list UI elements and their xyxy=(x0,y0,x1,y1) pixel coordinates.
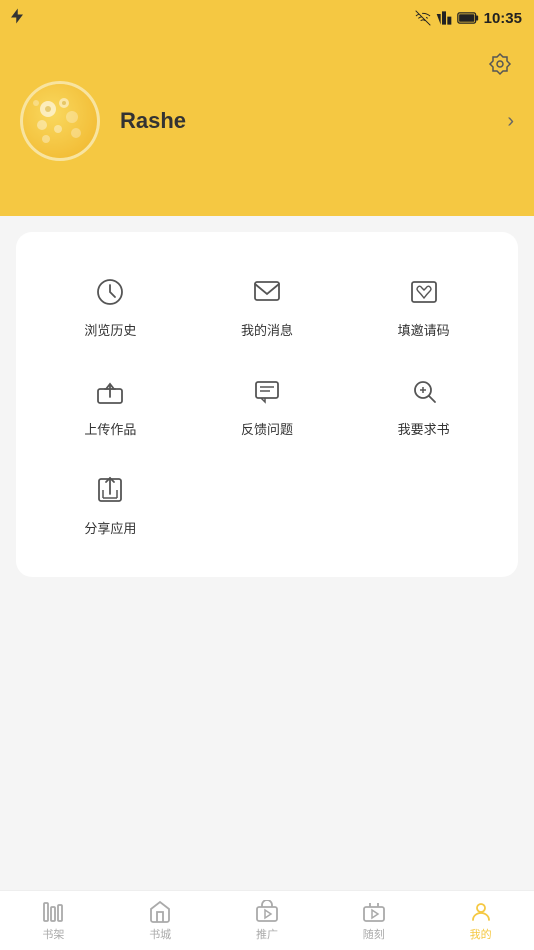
profile-chevron-icon[interactable]: › xyxy=(507,110,514,133)
upload-works-label: 上传作品 xyxy=(84,419,136,438)
nav-item-promotion[interactable]: 推广 xyxy=(214,896,321,946)
signal-icon xyxy=(436,10,452,26)
lightning-icon xyxy=(8,7,26,30)
nav-item-mine[interactable]: 我的 xyxy=(427,896,534,946)
menu-card: 浏览历史 我的消息 填邀请码 上传作品 xyxy=(16,232,518,577)
upload-box-icon xyxy=(90,371,130,411)
message-icon xyxy=(247,272,287,312)
fill-invite-code-label: 填邀请码 xyxy=(398,320,450,339)
profile-header: Rashe › xyxy=(0,36,534,216)
my-messages-label: 我的消息 xyxy=(241,320,293,339)
wifi-icon xyxy=(415,10,431,26)
username: Rashe xyxy=(120,108,507,134)
mine-icon xyxy=(469,900,493,924)
moment-icon xyxy=(362,900,386,924)
menu-item-fill-invite-code[interactable]: 填邀请码 xyxy=(345,256,502,355)
nav-label-bookshelf: 书架 xyxy=(42,926,64,942)
nav-label-bookstore: 书城 xyxy=(149,926,171,942)
menu-item-share-app[interactable]: 分享应用 xyxy=(32,454,189,553)
menu-item-browse-history[interactable]: 浏览历史 xyxy=(32,256,189,355)
share-app-label: 分享应用 xyxy=(84,518,136,537)
promotion-icon xyxy=(255,900,279,924)
status-time: 10:35 xyxy=(484,10,522,27)
nav-label-moment: 随刻 xyxy=(363,926,385,942)
nav-item-bookshelf[interactable]: 书架 xyxy=(0,896,107,946)
battery-icon xyxy=(457,12,479,24)
menu-item-my-messages[interactable]: 我的消息 xyxy=(189,256,346,355)
menu-item-request-book[interactable]: 我要求书 xyxy=(345,355,502,454)
menu-grid: 浏览历史 我的消息 填邀请码 上传作品 xyxy=(32,256,502,553)
avatar[interactable] xyxy=(20,81,100,161)
envelope-heart-icon xyxy=(404,272,444,312)
main-content: 浏览历史 我的消息 填邀请码 上传作品 xyxy=(0,216,534,890)
browse-history-label: 浏览历史 xyxy=(84,320,136,339)
nav-item-moment[interactable]: 随刻 xyxy=(320,896,427,946)
nav-item-bookstore[interactable]: 书城 xyxy=(107,896,214,946)
bottom-nav: 书架 书城 推广 随刻 我的 xyxy=(0,890,534,950)
menu-item-upload-works[interactable]: 上传作品 xyxy=(32,355,189,454)
clock-icon xyxy=(90,272,130,312)
feedback-icon xyxy=(247,371,287,411)
nav-label-mine: 我的 xyxy=(470,926,492,942)
bookshelf-icon xyxy=(41,900,65,924)
settings-icon xyxy=(486,52,514,80)
nav-label-promotion: 推广 xyxy=(256,926,278,942)
status-bar: 10:35 xyxy=(0,0,534,36)
settings-button[interactable] xyxy=(482,48,518,84)
menu-item-feedback[interactable]: 反馈问题 xyxy=(189,355,346,454)
feedback-label: 反馈问题 xyxy=(241,419,293,438)
share-icon xyxy=(90,470,130,510)
avatar-image xyxy=(28,89,92,153)
book-search-icon xyxy=(404,371,444,411)
request-book-label: 我要求书 xyxy=(398,419,450,438)
bookstore-icon xyxy=(148,900,172,924)
